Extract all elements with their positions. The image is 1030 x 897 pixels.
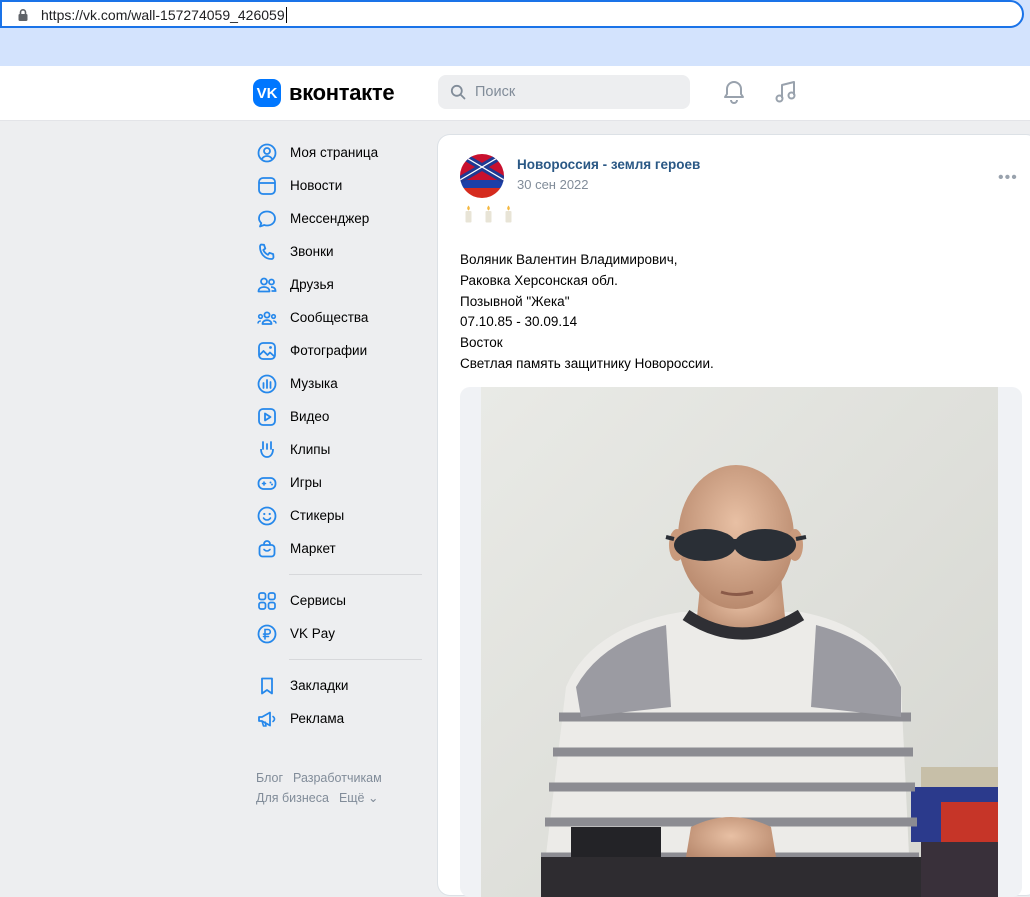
browser-toolbar: https://vk.com/wall-157274059_426059 (0, 0, 1030, 66)
sidebar-item-label: Маркет (290, 541, 336, 556)
footer-link-developers[interactable]: Разработчикам (293, 771, 382, 785)
photo-icon (258, 341, 276, 360)
site-header: VK вконтакте Поиск (0, 66, 1030, 121)
sidebar-item-label: Закладки (290, 678, 349, 693)
sidebar-item-label: Мессенджер (290, 211, 370, 226)
sidebar-item-label: VK Pay (290, 626, 336, 641)
post-text-line: 07.10.85 - 30.09.14 (460, 314, 578, 330)
sidebar-item-photos[interactable]: Фотографии (252, 334, 422, 367)
sidebar-item-label: Друзья (290, 277, 334, 292)
sidebar-item-label: Видео (290, 409, 330, 424)
post-text-line: Восток (460, 335, 503, 351)
music-icon (257, 374, 277, 393)
post-more-menu[interactable]: ••• (998, 169, 1018, 187)
candle-icon (505, 205, 512, 223)
clips-icon (260, 440, 274, 458)
sidebar-item-bookmarks[interactable]: Закладки (252, 669, 422, 702)
portrait-photo (481, 387, 998, 897)
bookmark-icon (261, 677, 273, 694)
sidebar-item-news[interactable]: Новости (252, 169, 422, 202)
phone-icon (259, 243, 275, 260)
friends-icon (257, 277, 277, 292)
post-photo[interactable] (460, 387, 1022, 897)
footer-link-blog[interactable]: Блог (256, 771, 283, 785)
music-note-icon[interactable] (772, 78, 800, 106)
message-bubble-icon (258, 210, 276, 227)
post-text-line: Позывной "Жека" (460, 293, 570, 309)
sidebar-item-label: Сервисы (290, 593, 346, 608)
community-avatar[interactable] (460, 154, 504, 198)
wall-post: Новороссия - земля героев 30 сен 2022 ••… (438, 135, 1030, 897)
sidebar-item-label: Стикеры (290, 508, 345, 523)
address-bar[interactable]: https://vk.com/wall-157274059_426059 (0, 0, 1024, 28)
sidebar-item-label: Новости (290, 178, 343, 193)
sidebar-item-market[interactable]: Маркет (252, 532, 422, 565)
sidebar-item-friends[interactable]: Друзья (252, 268, 422, 301)
communities-icon (257, 311, 277, 325)
sidebar-item-services[interactable]: Сервисы (252, 584, 422, 617)
logo-text: вконтакте (289, 80, 395, 105)
sidebar-item-label: Моя страница (290, 145, 379, 160)
sidebar-item-games[interactable]: Игры (252, 466, 422, 499)
smile-icon (257, 506, 277, 525)
newsfeed-icon (258, 176, 276, 195)
bell-icon[interactable] (720, 78, 748, 106)
post-date[interactable]: 30 сен 2022 (517, 177, 589, 192)
sidebar-footer: Блог Разработчикам Для бизнеса Ещё ⌄ (256, 768, 426, 808)
vk-logo[interactable]: VK вконтакте (253, 79, 395, 107)
sidebar-item-label: Игры (290, 475, 322, 490)
sidebar-item-stickers[interactable]: Стикеры (252, 499, 422, 532)
search-placeholder: Поиск (475, 84, 516, 100)
sidebar-item-video[interactable]: Видео (252, 400, 422, 433)
post-text: Воляник Валентин Владимирович, Раковка Х… (460, 250, 714, 375)
ruble-icon (257, 624, 277, 643)
gamepad-icon (257, 476, 277, 490)
sidebar-item-label: Реклама (290, 711, 345, 726)
post-text-line: Воляник Валентин Владимирович, (460, 252, 678, 267)
sidebar-item-label: Фотографии (290, 343, 368, 358)
megaphone-icon (258, 711, 276, 727)
services-grid-icon (258, 591, 276, 610)
candle-icon (485, 205, 492, 223)
footer-link-business[interactable]: Для бизнеса (256, 791, 329, 805)
sidebar-item-music[interactable]: Музыка (252, 367, 422, 400)
sidebar-divider (289, 659, 422, 660)
market-bag-icon (258, 539, 276, 557)
footer-link-more[interactable]: Ещё ⌄ (339, 791, 379, 805)
sidebar-item-label: Клипы (290, 442, 331, 457)
post-author[interactable]: Новороссия - земля героев (517, 157, 700, 172)
search-input[interactable]: Поиск (438, 75, 690, 109)
candle-emoji-icons (462, 205, 515, 223)
sidebar-item-label: Музыка (290, 376, 338, 391)
sidebar-item-label: Звонки (290, 244, 334, 259)
sidebar-item-communities[interactable]: Сообщества (252, 301, 422, 334)
post-text-line: Раковка Херсонская обл. (460, 272, 618, 288)
sidebar-item-my-page[interactable]: Моя страница (252, 136, 422, 169)
sidebar-item-label: Сообщества (290, 310, 369, 325)
post-text-line: Светлая память защитнику Новороссии. (460, 355, 714, 371)
left-sidebar: Моя страница Новости Мессенджер Звонки Д… (252, 136, 422, 735)
vk-logo-icon: VK (253, 79, 281, 107)
sidebar-item-calls[interactable]: Звонки (252, 235, 422, 268)
sidebar-item-clips[interactable]: Клипы (252, 433, 422, 466)
sidebar-item-ads[interactable]: Реклама (252, 702, 422, 735)
candle-icon (465, 205, 472, 223)
lock-icon (18, 9, 28, 21)
sidebar-item-messenger[interactable]: Мессенджер (252, 202, 422, 235)
sidebar-divider (289, 574, 422, 575)
search-icon (450, 84, 466, 100)
novorossiya-flag-avatar (460, 154, 504, 198)
url-text[interactable]: https://vk.com/wall-157274059_426059 (41, 7, 287, 23)
user-circle-icon (257, 143, 277, 162)
video-icon (258, 407, 276, 426)
sidebar-item-vk-pay[interactable]: VK Pay (252, 617, 422, 650)
